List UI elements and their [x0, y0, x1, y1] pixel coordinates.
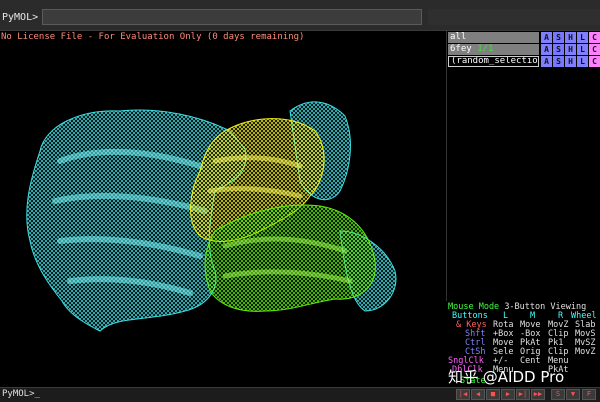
object-name[interactable]: all	[448, 32, 539, 43]
fast-forward-button[interactable]: ▶▶	[531, 389, 545, 400]
hide-button[interactable]: H	[565, 56, 576, 67]
fullscreen-button[interactable]: F	[582, 389, 596, 400]
license-notice: No License File - For Evaluation Only (0…	[1, 32, 305, 42]
label-button[interactable]: L	[577, 56, 588, 67]
step-back-button[interactable]: ◀	[471, 389, 485, 400]
color-button[interactable]: C	[589, 44, 600, 55]
sequence-button[interactable]: S	[551, 389, 565, 400]
label-button[interactable]: L	[577, 44, 588, 55]
label-button[interactable]: L	[577, 32, 588, 43]
frame-count: 1/1	[477, 44, 494, 54]
command-prompt: PyMOL>	[2, 12, 39, 23]
rewind-button[interactable]: |◀	[456, 389, 470, 400]
bottom-prompt[interactable]: PyMOL>_	[2, 389, 40, 399]
molecule-viewer[interactable]	[0, 31, 446, 387]
action-button[interactable]: A	[541, 32, 552, 43]
color-button[interactable]: C	[589, 56, 600, 67]
object-name[interactable]: (random_selectio	[448, 56, 539, 67]
protein-mesh-render	[26, 101, 397, 332]
stop-button[interactable]: ■	[486, 389, 500, 400]
object-row-random-selection[interactable]: (random_selectio A S H L C	[448, 56, 600, 68]
command-input[interactable]	[42, 9, 422, 25]
dropdown-button[interactable]: ▼	[566, 389, 580, 400]
hide-button[interactable]: H	[565, 44, 576, 55]
binding-m: Cent	[520, 356, 541, 366]
binding-wheel: MovZ	[575, 347, 596, 357]
command-bar-extension	[428, 9, 600, 25]
color-button[interactable]: C	[589, 32, 600, 43]
watermark-text: 知乎 @AIDD Pro	[448, 368, 565, 386]
action-button[interactable]: A	[541, 56, 552, 67]
show-button[interactable]: S	[553, 44, 564, 55]
object-panel	[446, 31, 600, 301]
show-button[interactable]: S	[553, 32, 564, 43]
object-row-all[interactable]: all A S H L C	[448, 32, 600, 44]
object-name[interactable]: 6fey 1/1	[448, 44, 539, 55]
show-button[interactable]: S	[553, 56, 564, 67]
object-row-6fey[interactable]: 6fey 1/1 A S H L C	[448, 44, 600, 56]
play-button[interactable]: ▶	[501, 389, 515, 400]
action-button[interactable]: A	[541, 44, 552, 55]
hide-button[interactable]: H	[565, 32, 576, 43]
step-forward-button[interactable]: ▶|	[516, 389, 530, 400]
